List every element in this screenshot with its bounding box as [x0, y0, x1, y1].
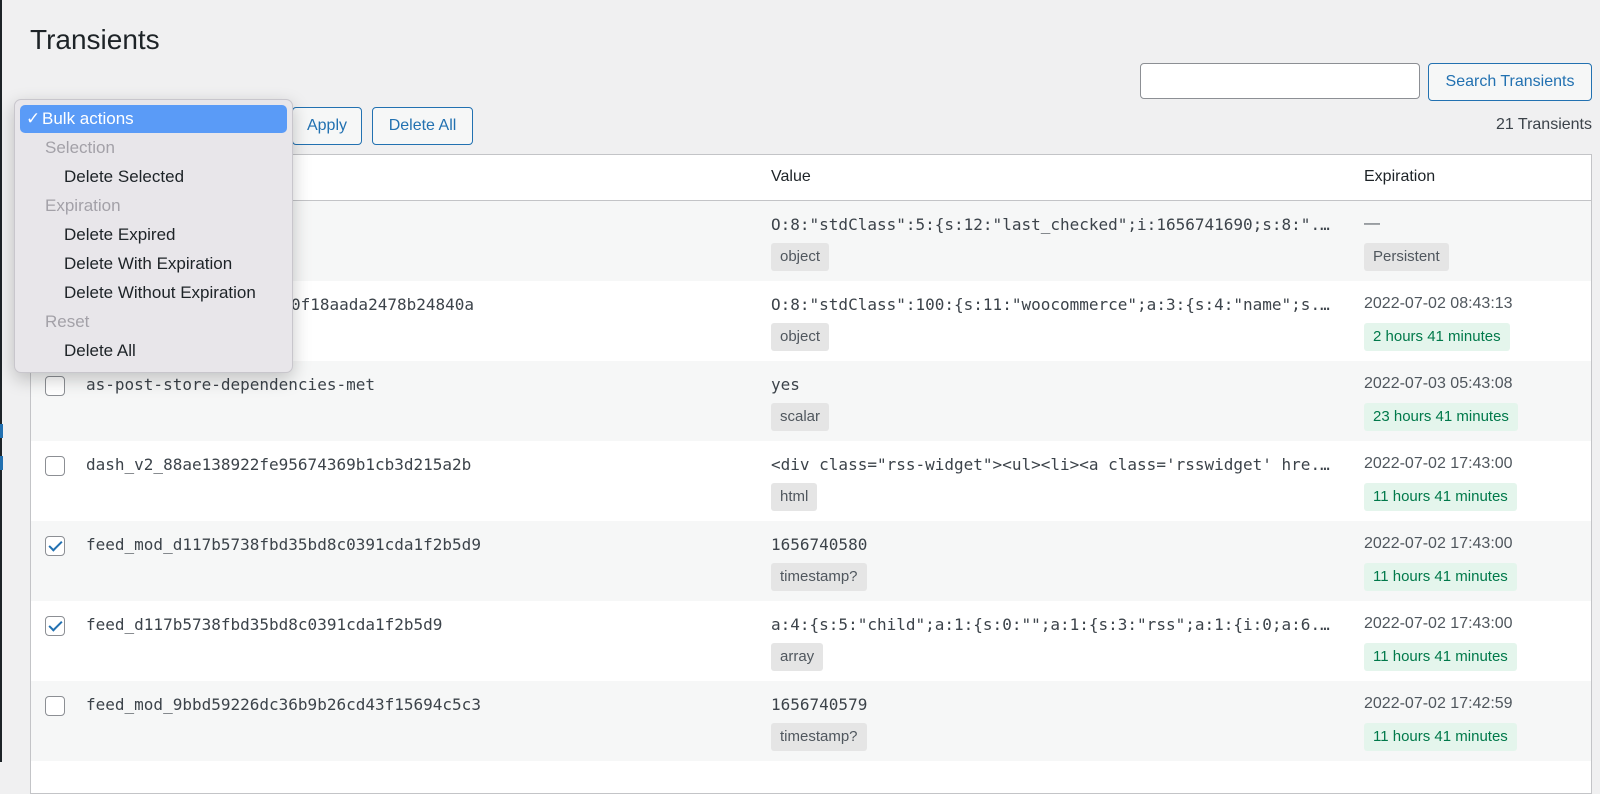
- expiration-date: 2022-07-02 17:42:59: [1364, 695, 1513, 712]
- transient-value: <div class="rss-widget"><ul><li><a class…: [771, 455, 1331, 474]
- expiration-date: 2022-07-02 17:43:00: [1364, 535, 1513, 552]
- table-row: as-post-store-dependencies-met yes scala…: [31, 361, 1591, 441]
- bulk-actions-dropdown[interactable]: ✓ Bulk actions Selection Delete Selected …: [14, 99, 293, 373]
- admin-sidebar-edge: [0, 0, 2, 762]
- option-delete-selected[interactable]: Delete Selected: [64, 163, 184, 191]
- table-row: feed_mod_9bbd59226dc36b9b26cd43f15694c5c…: [31, 681, 1591, 761]
- transient-name[interactable]: dash_v2_88ae138922fe95674369b1cb3d215a2b: [86, 455, 471, 474]
- transient-name[interactable]: feed_mod_d117b5738fbd35bd8c0391cda1f2b5d…: [86, 535, 481, 554]
- value-type-badge: array: [771, 643, 824, 671]
- column-header-value[interactable]: Value: [771, 168, 811, 186]
- table-row: dash_v2_88ae138922fe95674369b1cb3d215a2b…: [31, 441, 1591, 521]
- value-type-badge: html: [771, 483, 818, 511]
- admin-sidebar-marker: [0, 456, 3, 470]
- expiration-badge: 11 hours 41 minutes: [1364, 563, 1517, 591]
- value-type-badge: object: [771, 243, 830, 271]
- value-type-badge: scalar: [771, 403, 830, 431]
- bulk-actions-option-selected[interactable]: ✓ Bulk actions: [20, 105, 287, 133]
- optgroup-reset: Reset: [45, 312, 90, 331]
- option-delete-without-expiration[interactable]: Delete Without Expiration: [64, 279, 256, 307]
- transient-value: O:8:"stdClass":5:{s:12:"last_checked";i:…: [771, 215, 1331, 234]
- transient-name[interactable]: feed_d117b5738fbd35bd8c0391cda1f2b5d9: [86, 615, 442, 634]
- transient-value: a:4:{s:5:"child";a:1:{s:0:"";a:1:{s:3:"r…: [771, 615, 1331, 634]
- expiration-date: 2022-07-03 05:43:08: [1364, 375, 1513, 392]
- expiration-badge: 11 hours 41 minutes: [1364, 723, 1517, 751]
- option-delete-expired[interactable]: Delete Expired: [64, 221, 176, 249]
- admin-sidebar-marker: [0, 424, 3, 438]
- value-type-badge: timestamp?: [771, 723, 867, 751]
- expiration-badge: 11 hours 41 minutes: [1364, 643, 1517, 671]
- row-checkbox[interactable]: [45, 696, 65, 716]
- transient-count: 21 Transients: [1495, 116, 1592, 133]
- apply-button[interactable]: Apply: [292, 107, 362, 145]
- row-checkbox-checked[interactable]: [45, 616, 65, 636]
- expiration-badge: 11 hours 41 minutes: [1364, 483, 1517, 511]
- page-title: Transients: [30, 24, 160, 55]
- optgroup-expiration: Expiration: [45, 196, 121, 215]
- optgroup-selection: Selection: [45, 138, 115, 157]
- checkmark-icon: ✓: [26, 109, 41, 128]
- transient-value: yes: [771, 375, 800, 394]
- expiration-badge: 2 hours 41 minutes: [1364, 323, 1510, 351]
- bulk-actions-label: Bulk actions: [42, 109, 134, 128]
- transient-value: 1656740580: [771, 535, 868, 554]
- value-type-badge: timestamp?: [771, 563, 867, 591]
- transient-value: 1656740579: [771, 695, 868, 714]
- option-delete-all[interactable]: Delete All: [64, 337, 136, 365]
- transient-name[interactable]: 0f18aada2478b24840a: [291, 295, 474, 314]
- expiration-badge: 23 hours 41 minutes: [1364, 403, 1518, 431]
- transient-name[interactable]: as-post-store-dependencies-met: [86, 375, 375, 394]
- expiration-date: 2022-07-02 17:43:00: [1364, 615, 1513, 632]
- search-input[interactable]: [1140, 63, 1420, 99]
- table-row: feed_d117b5738fbd35bd8c0391cda1f2b5d9 a:…: [31, 601, 1591, 681]
- expiration-date: 2022-07-02 17:43:00: [1364, 455, 1513, 472]
- expiration-date: 2022-07-02 08:43:13: [1364, 295, 1513, 312]
- value-type-badge: object: [771, 323, 830, 351]
- expiration-date: —: [1364, 215, 1380, 232]
- row-checkbox-checked[interactable]: [45, 536, 65, 556]
- delete-all-button[interactable]: Delete All: [372, 107, 473, 145]
- search-button[interactable]: Search Transients: [1428, 63, 1592, 101]
- transient-name[interactable]: feed_mod_9bbd59226dc36b9b26cd43f15694c5c…: [86, 695, 481, 714]
- row-checkbox[interactable]: [45, 456, 65, 476]
- transient-value: O:8:"stdClass":100:{s:11:"woocommerce";a…: [771, 295, 1331, 314]
- expiration-badge: Persistent: [1364, 243, 1449, 271]
- option-delete-with-expiration[interactable]: Delete With Expiration: [64, 250, 232, 278]
- table-row: feed_mod_d117b5738fbd35bd8c0391cda1f2b5d…: [31, 521, 1591, 601]
- column-header-expiration[interactable]: Expiration: [1364, 168, 1435, 186]
- row-checkbox[interactable]: [45, 376, 65, 396]
